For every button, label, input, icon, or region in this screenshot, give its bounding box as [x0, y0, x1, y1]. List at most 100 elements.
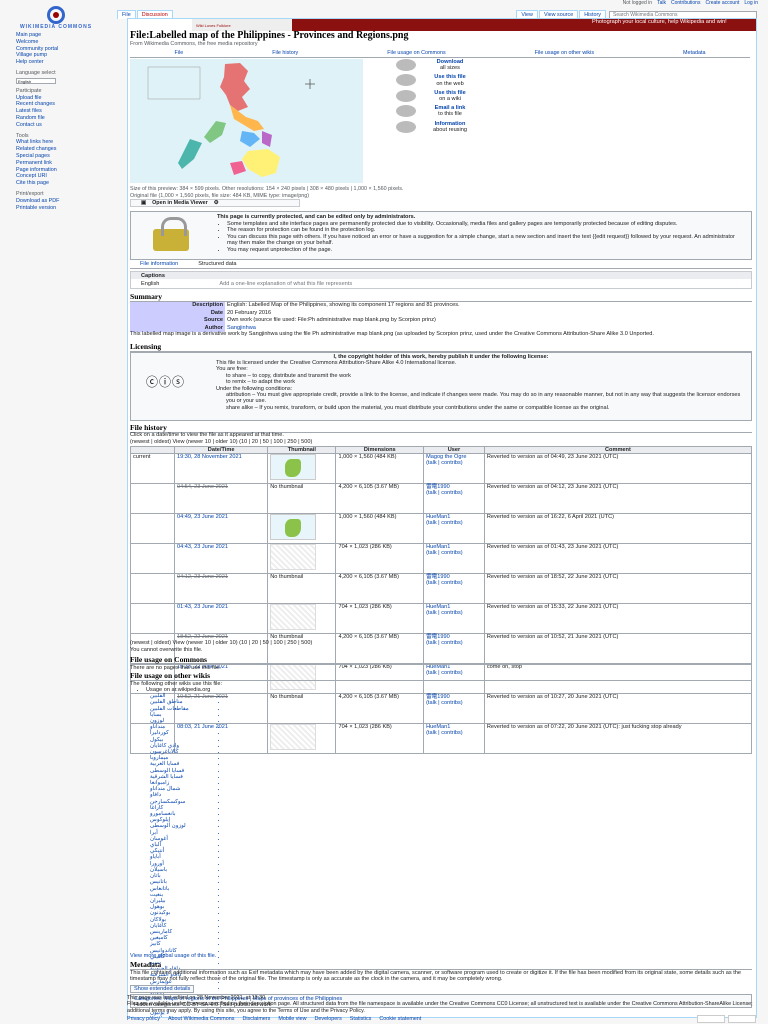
- file-tab-file[interactable]: File: [175, 50, 184, 57]
- history-user[interactable]: HueMan1: [426, 604, 450, 610]
- file-tab-metadata[interactable]: Metadata: [683, 50, 705, 57]
- history-user[interactable]: HueMan1: [426, 514, 450, 520]
- sidebar-item-recent-changes[interactable]: Recent changes: [16, 101, 126, 108]
- sidebar-item-help-center[interactable]: Help center: [16, 59, 126, 66]
- history-date[interactable]: 19:30, 28 November 2021: [173, 453, 269, 484]
- history-user[interactable]: HueMan1: [426, 724, 450, 730]
- history-user[interactable]: HueMan1: [426, 544, 450, 550]
- footer-link[interactable]: Mobile view: [278, 1016, 306, 1022]
- sidebar-item-printable-version[interactable]: Printable version: [16, 205, 126, 212]
- sidebar-item-contact-us[interactable]: Contact us: [16, 122, 126, 129]
- email-icon: [396, 105, 416, 118]
- history-date[interactable]: 04:54, 23 June 2021: [173, 483, 269, 514]
- history-pagination-bottom[interactable]: (newest | oldest) View (newer 10 | older…: [130, 640, 312, 646]
- history-user[interactable]: 雷電1990: [426, 694, 450, 700]
- history-user[interactable]: Magog the Ogre: [426, 454, 466, 460]
- history-user-talk[interactable]: (talk | contribs): [426, 520, 463, 526]
- history-user[interactable]: 雷電1990: [426, 634, 450, 640]
- tab-structured-data[interactable]: Structured data: [198, 261, 236, 268]
- history-thumbnail[interactable]: [270, 514, 317, 540]
- site-logo[interactable]: WIKIMEDIA COMMONS: [16, 6, 96, 34]
- history-row: 01:43, 23 June 2021 704 × 1,023 (286 KB) H…: [130, 603, 753, 634]
- history-dimensions: 1,000 × 1,560 (484 KB): [335, 513, 425, 544]
- sidebar-item-random-file[interactable]: Random file: [16, 115, 126, 122]
- sidebar-item-page-information[interactable]: Page information: [16, 167, 126, 174]
- create-account-link[interactable]: Create account: [705, 0, 739, 6]
- powered-by-mediawiki-icon[interactable]: [728, 1015, 756, 1023]
- information-action[interactable]: Information about reusing: [396, 120, 486, 133]
- download-action[interactable]: Download all sizes: [396, 59, 486, 71]
- history-user-talk[interactable]: (talk | contribs): [426, 490, 463, 496]
- sidebar-item-main-page[interactable]: Main page: [16, 32, 126, 39]
- sidebar-item-concept-uri[interactable]: Concept URI: [16, 173, 126, 180]
- history-user-talk[interactable]: (talk | contribs): [426, 640, 463, 646]
- download-label: Download: [436, 59, 464, 65]
- history-user-talk[interactable]: (talk | contribs): [426, 700, 463, 706]
- metadata-heading: Metadata: [130, 960, 752, 970]
- col-comment: Comment: [483, 446, 753, 454]
- protection-notice: This page is currently protected, and ca…: [130, 211, 752, 260]
- history-date[interactable]: 04:43, 23 June 2021: [173, 543, 269, 574]
- footer-link[interactable]: Disclaimers: [242, 1016, 270, 1022]
- sidebar-item-village-pump[interactable]: Village pump: [16, 52, 126, 59]
- footer-link[interactable]: About Wikimedia Commons: [168, 1016, 235, 1022]
- caption-language: English: [141, 281, 160, 287]
- footer-link[interactable]: Statistics: [350, 1016, 372, 1022]
- philippines-map-image: [130, 59, 363, 183]
- use-wiki-sub: on a wiki: [439, 96, 461, 103]
- history-thumbnail[interactable]: [270, 604, 317, 630]
- history-date[interactable]: 04:12, 23 June 2021: [173, 573, 269, 604]
- file-tab-usage-other[interactable]: File usage on other wikis: [535, 50, 594, 57]
- file-preview-image[interactable]: [130, 59, 363, 183]
- globe-icon: [396, 74, 416, 87]
- license-attribution: attribution – You must give appropriate …: [226, 392, 741, 405]
- sidebar-item-download-pdf[interactable]: Download as PDF: [16, 198, 126, 205]
- history-user-talk[interactable]: (talk | contribs): [426, 610, 463, 616]
- caption-input[interactable]: Add a one-line explanation of what this …: [219, 281, 352, 287]
- wikimedia-foundation-logo-icon[interactable]: [697, 1015, 725, 1023]
- talk-link[interactable]: Talk: [657, 0, 666, 6]
- settings-gear-icon[interactable]: ⚙: [214, 200, 219, 206]
- view-more-usage-link[interactable]: View more global usage of this file.: [130, 953, 216, 959]
- sidebar-item-latest-files[interactable]: Latest files: [16, 108, 126, 115]
- file-tab-usage-commons[interactable]: File usage on Commons: [387, 50, 445, 57]
- history-user[interactable]: 雷電1990: [426, 574, 450, 580]
- history-user-talk[interactable]: (talk | contribs): [426, 580, 463, 586]
- footer-link[interactable]: Developers: [315, 1016, 342, 1022]
- language-select[interactable]: English: [16, 77, 56, 84]
- log-in-link[interactable]: Log in: [744, 0, 758, 6]
- history-user[interactable]: 雷電1990: [426, 484, 450, 490]
- use-on-web-action[interactable]: Use this file on the web: [396, 74, 486, 87]
- sidebar-item-community-portal[interactable]: Community portal: [16, 46, 126, 53]
- history-comment: Reverted to version as of 04:12, 23 June…: [483, 483, 753, 514]
- sidebar-item-special-pages[interactable]: Special pages: [16, 153, 126, 160]
- tab-file-information[interactable]: File information: [140, 261, 178, 268]
- footer-link[interactable]: Privacy policy: [127, 1016, 160, 1022]
- history-user-talk[interactable]: (talk | contribs): [426, 730, 463, 736]
- file-tab-history[interactable]: File history: [272, 50, 298, 57]
- history-date[interactable]: 04:49, 23 June 2021: [173, 513, 269, 544]
- contributions-link[interactable]: Contributions: [671, 0, 700, 6]
- open-media-viewer-button[interactable]: ▣ Open in Media Viewer ⚙: [130, 199, 300, 207]
- history-comment: Reverted to version as of 10:27, 20 June…: [483, 693, 753, 724]
- sidebar-item-cite-this-page[interactable]: Cite this page: [16, 180, 126, 187]
- use-on-wiki-action[interactable]: Use this file on a wiki: [396, 89, 486, 103]
- sidebar-item-related-changes[interactable]: Related changes: [16, 146, 126, 153]
- show-extended-details-button[interactable]: Show extended details: [130, 985, 195, 993]
- history-thumbnail[interactable]: [270, 724, 317, 750]
- history-thumbnail[interactable]: [270, 544, 317, 570]
- history-thumbnail[interactable]: [270, 454, 317, 480]
- sidebar-item-upload-file[interactable]: Upload file: [16, 95, 126, 102]
- sidebar-item-welcome[interactable]: Welcome: [16, 39, 126, 46]
- language-select-label: Language select: [16, 69, 56, 76]
- sidebar-item-what-links-here[interactable]: What links here: [16, 139, 126, 146]
- history-user-talk[interactable]: (talk | contribs): [426, 550, 463, 556]
- email-link-action[interactable]: Email a link to this file: [396, 105, 486, 117]
- history-pagination[interactable]: (newest | oldest) View (newer 10 | older…: [130, 439, 312, 445]
- sidebar-item-permanent-link[interactable]: Permanent link: [16, 160, 126, 167]
- history-date[interactable]: 01:43, 23 June 2021: [173, 603, 269, 634]
- history-user-talk[interactable]: (talk | contribs): [426, 460, 463, 466]
- footer-link[interactable]: Cookie statement: [379, 1016, 421, 1022]
- lock-icon: [153, 216, 189, 251]
- history-dimensions: 1,000 × 1,560 (484 KB): [335, 453, 425, 484]
